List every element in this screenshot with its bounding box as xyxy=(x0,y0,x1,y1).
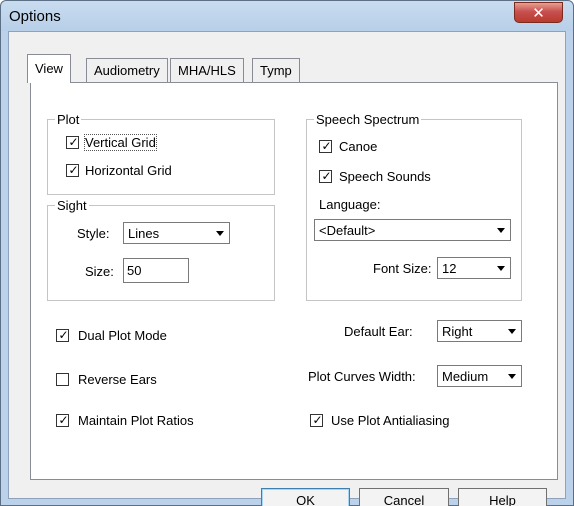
chevron-down-icon[interactable] xyxy=(493,259,509,277)
size-input[interactable]: 50 xyxy=(123,258,189,283)
check-icon: ✓ xyxy=(58,328,69,342)
style-dropdown-value: Lines xyxy=(128,226,160,241)
use-plot-antialiasing-checkbox[interactable]: ✓ xyxy=(310,413,323,427)
plot-curves-width-label: Plot Curves Width: xyxy=(308,369,416,384)
vertical-grid-label[interactable]: Vertical Grid xyxy=(84,134,157,151)
speech-spectrum-group-title: Speech Spectrum xyxy=(314,112,422,127)
tab-label: Tymp xyxy=(260,63,292,78)
sight-group: Sight Style: Lines Size: 50 xyxy=(47,198,275,301)
style-label: Style: xyxy=(77,226,110,241)
tab-label: Audiometry xyxy=(94,63,160,78)
language-label: Language: xyxy=(319,197,381,212)
close-button[interactable]: ✕ xyxy=(514,2,563,23)
plot-curves-width-dropdown-value: Medium xyxy=(442,369,489,384)
options-window: Options ✕ View Audiometry MHA/HLS Tymp P… xyxy=(0,0,574,506)
help-button[interactable]: Help xyxy=(458,488,547,506)
tab-label: View xyxy=(35,61,63,76)
font-size-label: Font Size: xyxy=(373,261,432,276)
size-input-value: 50 xyxy=(127,263,142,278)
font-size-dropdown-value: 12 xyxy=(442,261,457,276)
reverse-ears-checkbox[interactable] xyxy=(56,373,69,386)
canoe-checkbox[interactable]: ✓ xyxy=(319,139,332,153)
chevron-down-icon[interactable] xyxy=(493,221,509,239)
default-ear-dropdown-value: Right xyxy=(442,324,473,339)
font-size-dropdown[interactable]: 12 xyxy=(437,257,511,279)
canoe-label[interactable]: Canoe xyxy=(339,139,377,154)
plot-group: Plot ✓ Vertical Grid ✓ Horizontal Grid xyxy=(47,112,275,195)
ok-button[interactable]: OK xyxy=(261,488,350,506)
dialog-client-area: View Audiometry MHA/HLS Tymp Plot ✓ Vert… xyxy=(8,31,566,506)
dual-plot-mode-checkbox[interactable]: ✓ xyxy=(56,328,69,342)
title-bar[interactable]: Options ✕ xyxy=(1,1,573,31)
default-ear-label: Default Ear: xyxy=(344,324,413,339)
speech-spectrum-group: Speech Spectrum ✓ Canoe ✓ Speech Sounds … xyxy=(306,112,522,301)
chevron-down-icon[interactable] xyxy=(504,367,520,385)
close-icon: ✕ xyxy=(532,4,545,22)
default-ear-dropdown[interactable]: Right xyxy=(437,320,522,342)
language-dropdown-value: <Default> xyxy=(319,223,376,238)
horizontal-grid-checkbox[interactable]: ✓ xyxy=(66,163,79,177)
check-icon: ✓ xyxy=(312,413,323,427)
use-plot-antialiasing-label[interactable]: Use Plot Antialiasing xyxy=(331,413,450,428)
vertical-grid-checkbox[interactable]: ✓ xyxy=(66,135,79,149)
check-icon: ✓ xyxy=(58,413,69,427)
speech-sounds-checkbox[interactable]: ✓ xyxy=(319,169,332,183)
check-icon: ✓ xyxy=(68,163,79,177)
maintain-plot-ratios-checkbox[interactable]: ✓ xyxy=(56,413,69,427)
check-icon: ✓ xyxy=(321,169,332,183)
plot-group-title: Plot xyxy=(55,112,82,127)
chevron-down-icon[interactable] xyxy=(504,322,520,340)
dual-plot-mode-label[interactable]: Dual Plot Mode xyxy=(78,328,167,343)
window-title: Options xyxy=(9,8,61,25)
chevron-down-icon[interactable] xyxy=(212,224,228,242)
tab-tymp[interactable]: Tymp xyxy=(252,58,300,82)
tab-audiometry[interactable]: Audiometry xyxy=(86,58,168,82)
cancel-button[interactable]: Cancel xyxy=(359,488,449,506)
view-tab-panel: Plot ✓ Vertical Grid ✓ Horizontal Grid S… xyxy=(30,82,558,480)
language-dropdown[interactable]: <Default> xyxy=(314,219,511,241)
tab-mha-hls[interactable]: MHA/HLS xyxy=(170,58,244,82)
tab-label: MHA/HLS xyxy=(178,63,236,78)
style-dropdown[interactable]: Lines xyxy=(123,222,230,244)
maintain-plot-ratios-label[interactable]: Maintain Plot Ratios xyxy=(78,413,194,428)
speech-sounds-label[interactable]: Speech Sounds xyxy=(339,169,431,184)
sight-group-title: Sight xyxy=(55,198,89,213)
reverse-ears-label[interactable]: Reverse Ears xyxy=(78,372,157,387)
tab-view[interactable]: View xyxy=(27,54,71,83)
check-icon: ✓ xyxy=(321,139,332,153)
check-icon: ✓ xyxy=(68,135,79,149)
plot-curves-width-dropdown[interactable]: Medium xyxy=(437,365,522,387)
horizontal-grid-label[interactable]: Horizontal Grid xyxy=(85,163,172,178)
size-label: Size: xyxy=(85,264,114,279)
